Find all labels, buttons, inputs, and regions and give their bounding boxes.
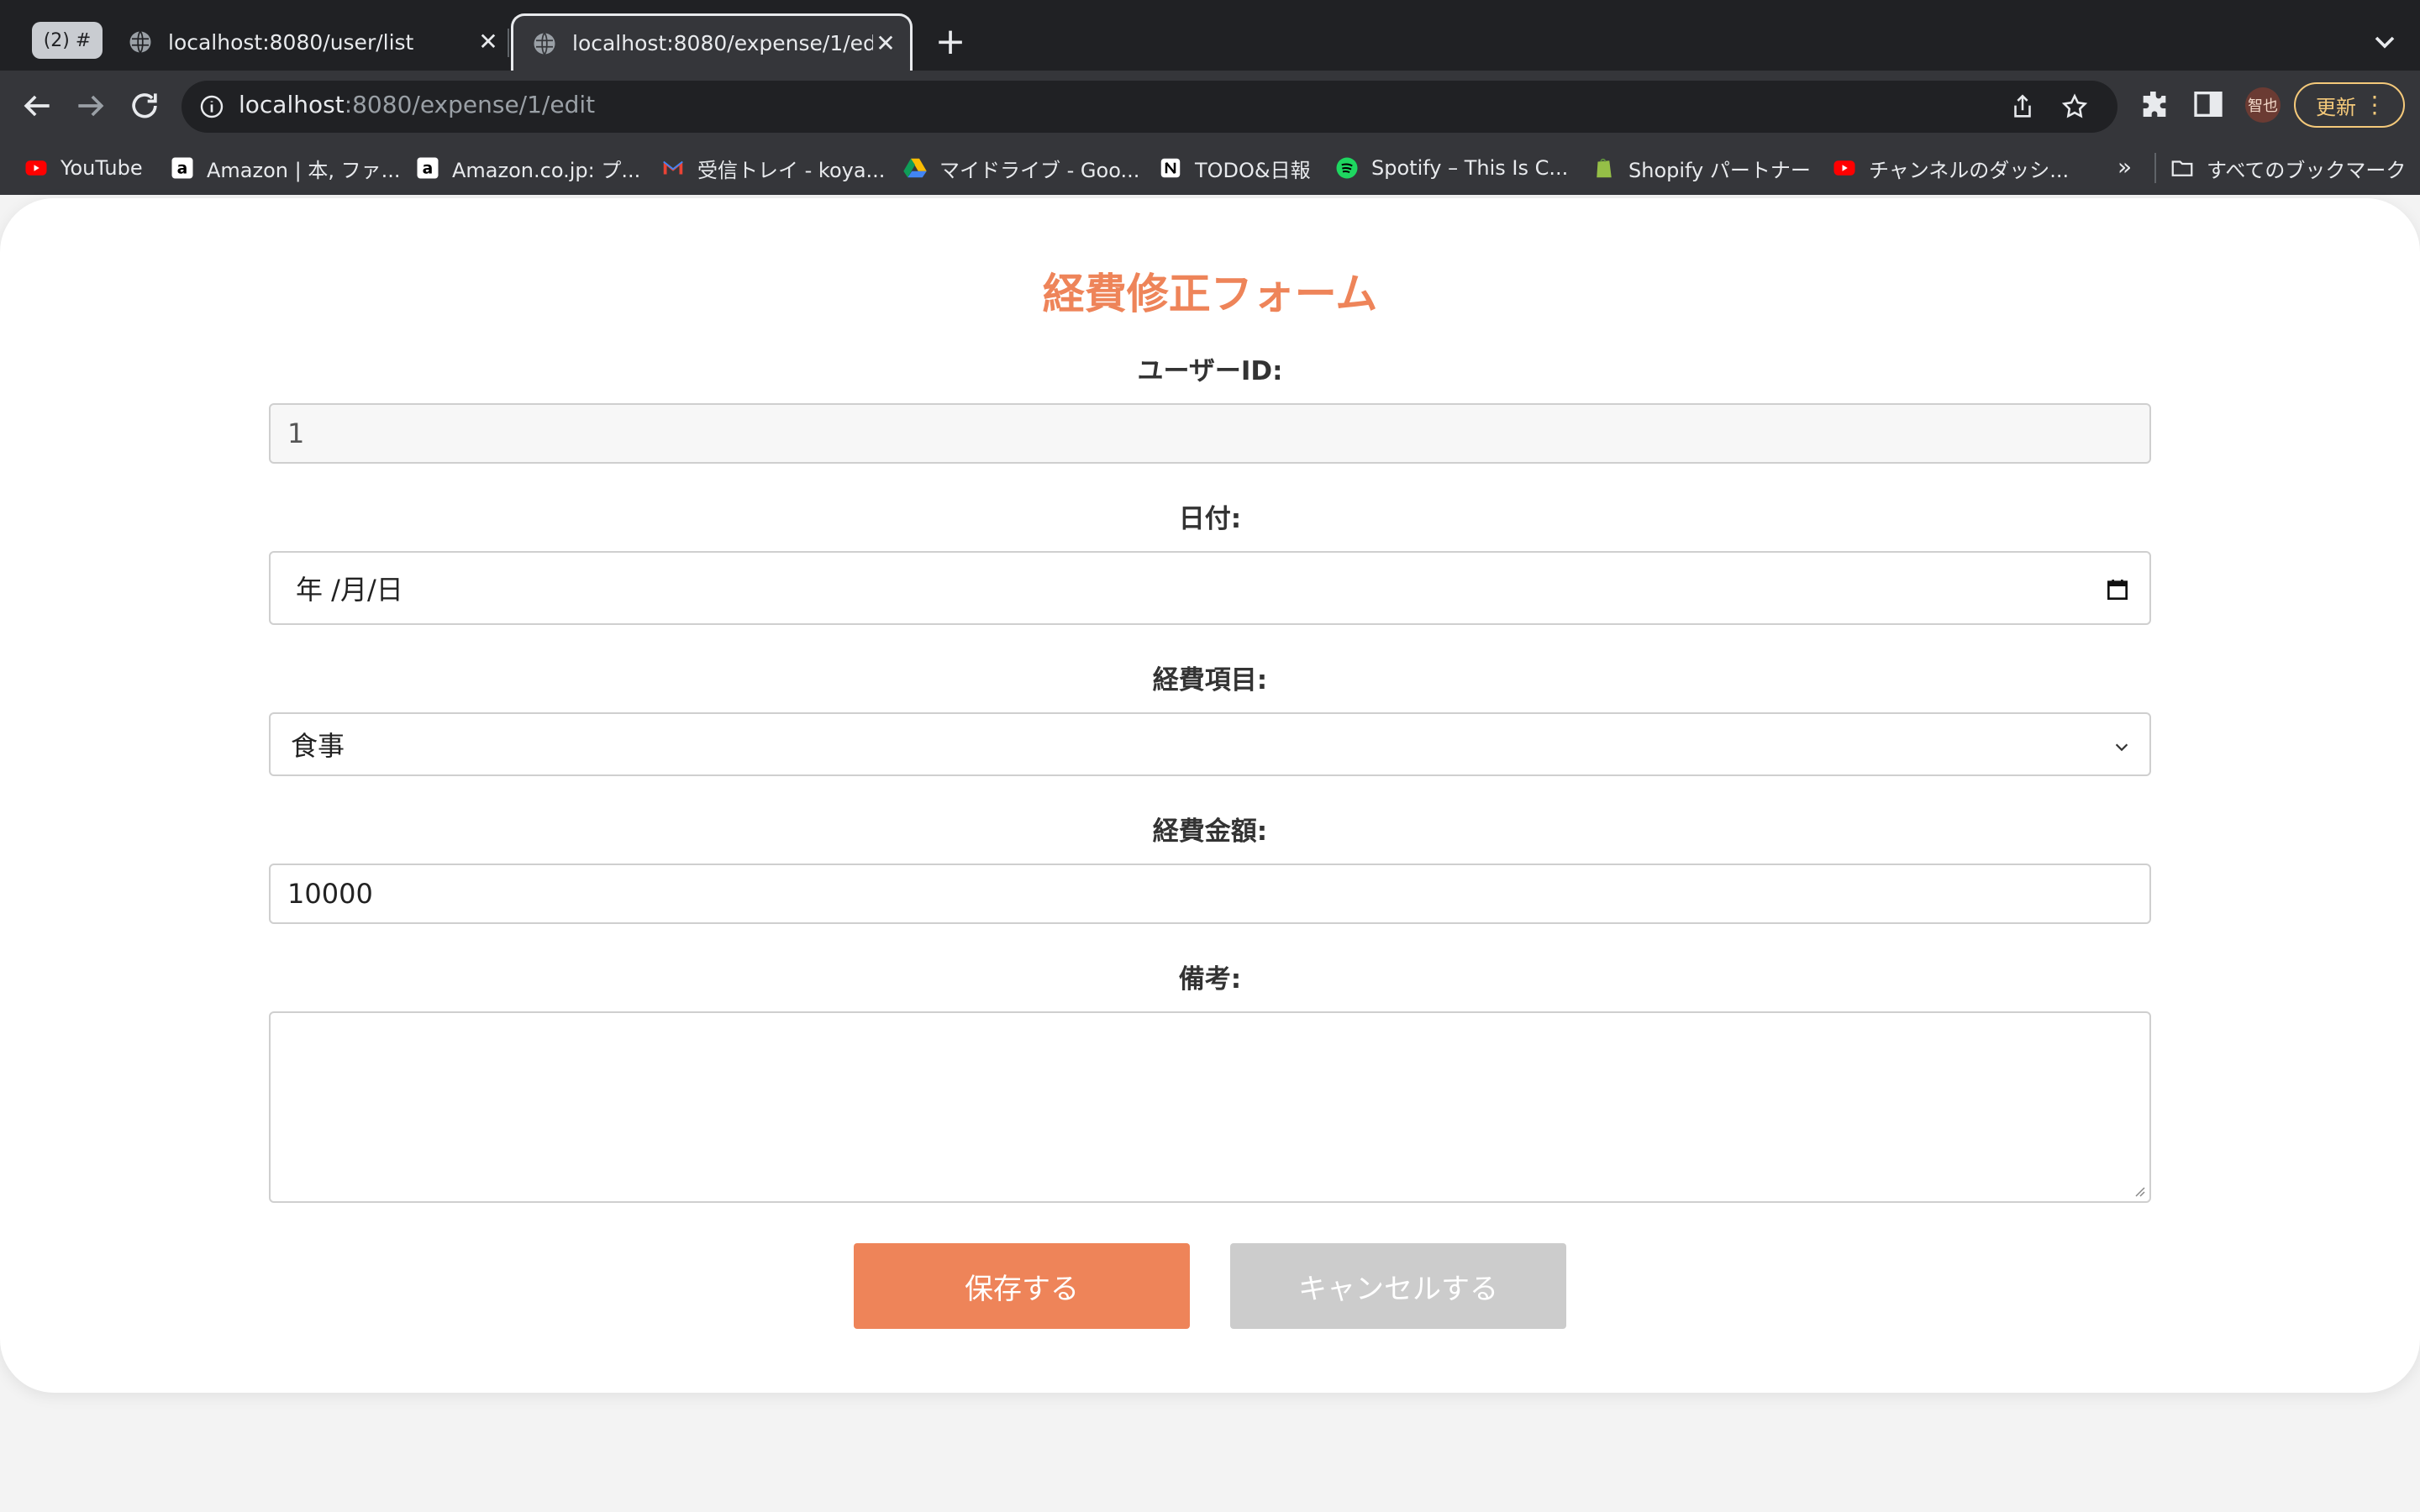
bookmark-youtube-dashboard[interactable]: チャンネルのダッシ... [1832,151,2069,185]
new-tab-button[interactable]: + [931,24,970,62]
chevron-down-icon [2115,743,2128,752]
bookmark-gmail[interactable]: 受信トレイ - koya... [660,151,885,185]
bookmark-amazon-1[interactable]: a Amazon | 本, ファ... [170,151,400,185]
bookmark-label: Spotify – This Is C... [1371,156,1569,180]
user-id-value: 1 [287,417,305,449]
amazon-icon: a [171,157,193,179]
close-icon[interactable]: ✕ [873,30,898,56]
back-icon[interactable] [18,87,55,124]
bookmarks-divider [2154,153,2156,183]
bookmark-label: Amazon | 本, ファ... [207,158,401,182]
user-id-field[interactable]: 1 [269,403,2151,464]
date-field[interactable]: 年 /月/日 [269,551,2151,625]
bookmark-label: 受信トレイ - koya... [697,158,886,182]
bookmark-shopify[interactable]: Shopify パートナー [1591,151,1811,185]
profile-avatar[interactable]: 智也 [2245,87,2281,123]
extensions-icon[interactable] [2138,87,2171,121]
date-label: 日付: [1178,504,1242,534]
url-host: localhost [239,91,345,118]
update-button[interactable]: 更新 ⋮ [2294,82,2405,128]
url-path: :8080/expense/1/edit [344,91,596,118]
youtube-icon [1833,160,1855,176]
folder-icon [2171,160,2193,176]
address-bar[interactable]: localhost:8080/expense/1/edit [182,81,2118,133]
save-button[interactable]: 保存する [854,1243,1190,1329]
tab-group-chip[interactable]: (2) # [32,22,103,59]
google-drive-icon [903,158,927,178]
calendar-icon[interactable] [2104,576,2131,603]
spotify-icon [1336,157,1358,179]
note-label: 備考: [1178,964,1242,995]
category-value: 食事 [291,730,345,762]
all-bookmarks-button[interactable]: すべてのブックマーク [2170,151,2406,185]
bookmark-notion[interactable]: TODO&日報 [1158,151,1311,185]
info-icon[interactable] [198,93,225,120]
amount-input[interactable]: 10000 [269,864,2151,924]
bookmark-youtube[interactable]: YouTube [24,151,143,185]
note-textarea[interactable] [269,1011,2151,1203]
bookmark-spotify[interactable]: Spotify – This Is C... [1334,151,1568,185]
shopify-icon [1597,158,1612,178]
bookmark-label: マイドライブ - Goo... [939,158,1140,182]
bookmark-google-drive[interactable]: マイドライブ - Goo... [902,151,1139,185]
star-icon[interactable] [2060,92,2089,121]
category-label: 経費項目: [1152,665,1268,696]
share-icon[interactable] [2008,92,2037,121]
bookmark-label: TODO&日報 [1195,158,1311,182]
form-card: 経費修正フォーム ユーザーID: 1 日付: 年 /月/日 経費項目: 食事 経… [0,198,2420,1393]
page-viewport: 経費修正フォーム ユーザーID: 1 日付: 年 /月/日 経費項目: 食事 経… [0,195,2420,1512]
amazon-icon: a [417,157,439,179]
date-value: 年 /月/日 [296,574,403,606]
bookmark-label: チャンネルのダッシ... [1869,158,2070,182]
svg-text:a: a [177,160,188,177]
bookmark-label: すべてのブックマーク [2207,158,2407,182]
bookmark-label: YouTube [60,156,143,180]
update-label: 更新 [2316,95,2356,119]
bookmarks-bar: YouTube a Amazon | 本, ファ... a Amazon.co.… [0,141,2420,195]
url-text: localhost:8080/expense/1/edit [239,91,595,118]
tab-title: localhost:8080/user/list [168,29,414,55]
tab-user-list[interactable]: localhost:8080/user/list ✕ [128,13,501,71]
reload-icon[interactable] [126,87,163,124]
tab-divider [508,29,509,57]
bookmark-label: Amazon.co.jp: プ... [452,158,641,182]
bookmarks-overflow-button[interactable]: » [2118,153,2132,181]
browser-toolbar: localhost:8080/expense/1/edit [0,71,2420,141]
svg-text:a: a [423,160,434,177]
globe-icon [129,30,151,54]
youtube-icon [25,160,47,176]
forward-icon[interactable] [72,87,109,124]
more-menu-icon[interactable]: ⋮ [2363,92,2386,118]
tab-expense-edit[interactable]: localhost:8080/expense/1/edit ✕ [511,13,913,71]
page-title: 経費修正フォーム [1042,270,1378,318]
close-icon[interactable]: ✕ [476,29,501,55]
side-panel-icon[interactable] [2191,87,2225,121]
chevron-down-icon[interactable] [2368,25,2402,59]
tab-title: localhost:8080/expense/1/edit [572,31,873,55]
gmail-icon [663,160,683,175]
bookmark-label: Shopify パートナー [1628,158,1811,182]
notion-icon [1160,158,1181,178]
bookmark-amazon-2[interactable]: a Amazon.co.jp: プ... [415,151,640,185]
user-id-label: ユーザーID: [1137,356,1283,386]
tab-strip: (2) # localhost:8080/user/list ✕ localho… [0,0,2420,71]
amount-label: 経費金額: [1152,816,1268,847]
resize-grip-icon[interactable] [2131,1183,2146,1198]
category-select[interactable]: 食事 [269,712,2151,776]
amount-value: 10000 [287,878,373,910]
globe-icon [534,32,555,55]
cancel-button[interactable]: キャンセルする [1230,1243,1566,1329]
